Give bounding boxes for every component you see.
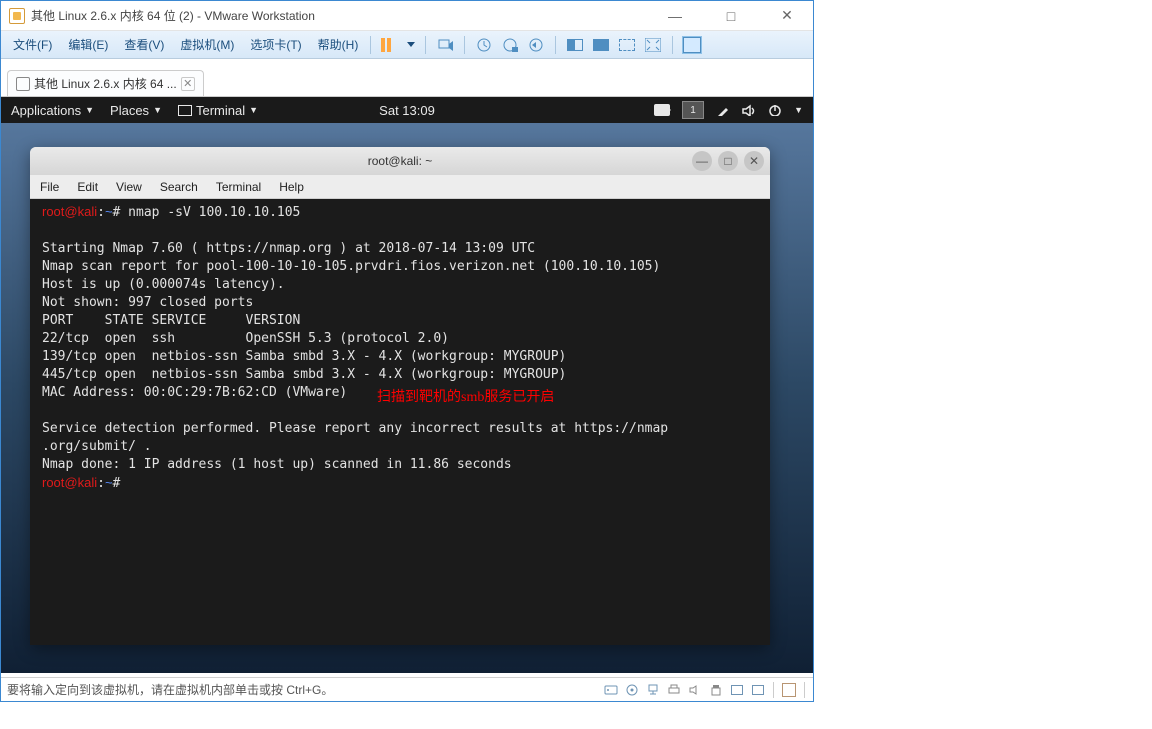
tab-close-button[interactable]: ✕ — [181, 77, 195, 91]
pause-button[interactable] — [377, 36, 395, 54]
gnome-top-bar: Applications▼ Places▼ Terminal▼ Sat 13:0… — [1, 97, 813, 123]
tab-bar: 其他 Linux 2.6.x 内核 64 ... ✕ — [1, 59, 813, 97]
close-button[interactable]: ✕ — [769, 5, 805, 27]
view-fit-button[interactable] — [618, 36, 636, 54]
title-bar: 其他 Linux 2.6.x 内核 64 位 (2) - VMware Work… — [1, 1, 813, 31]
snapshot-button[interactable] — [475, 36, 493, 54]
menu-view[interactable]: 查看(V) — [118, 33, 170, 56]
terminal-close-button[interactable]: ✕ — [744, 151, 764, 171]
display-icon[interactable] — [729, 682, 745, 698]
power-icon[interactable] — [768, 104, 782, 116]
guest-screen[interactable]: Applications▼ Places▼ Terminal▼ Sat 13:0… — [1, 97, 813, 673]
terminal-menubar: File Edit View Search Terminal Help — [30, 175, 770, 199]
tab-active[interactable]: 其他 Linux 2.6.x 内核 64 ... ✕ — [7, 70, 204, 96]
menu-edit[interactable]: 编辑(E) — [62, 33, 114, 56]
cd-icon[interactable] — [624, 682, 640, 698]
terminal-menu-file[interactable]: File — [40, 180, 59, 194]
network-icon[interactable] — [645, 682, 661, 698]
annotation-text: 扫描到靶机的smb服务已开启 — [377, 389, 554, 407]
status-bar: 要将输入定向到该虚拟机，请在虚拟机内部单击或按 Ctrl+G。 — [1, 677, 813, 701]
vmware-window: 其他 Linux 2.6.x 内核 64 位 (2) - VMware Work… — [0, 0, 814, 702]
vmware-icon — [9, 8, 25, 24]
terminal-titlebar[interactable]: root@kali: ~ — □ ✕ — [30, 147, 770, 175]
menu-tabs[interactable]: 选项卡(T) — [244, 33, 307, 56]
status-text: 要将输入定向到该虚拟机，请在虚拟机内部单击或按 Ctrl+G。 — [7, 681, 603, 698]
terminal-app-menu[interactable]: Terminal▼ — [178, 103, 258, 118]
message-icon[interactable] — [781, 682, 797, 698]
terminal-menu-view[interactable]: View — [116, 180, 142, 194]
terminal-icon — [178, 105, 192, 116]
terminal-menu-search[interactable]: Search — [160, 180, 198, 194]
sound-icon[interactable] — [687, 682, 703, 698]
screencast-icon[interactable] — [654, 104, 670, 116]
terminal-window: root@kali: ~ — □ ✕ File Edit View Search… — [30, 147, 770, 645]
terminal-menu-edit[interactable]: Edit — [77, 180, 98, 194]
tab-label: 其他 Linux 2.6.x 内核 64 ... — [34, 75, 177, 92]
menu-vm[interactable]: 虚拟机(M) — [174, 33, 240, 56]
view-console-button[interactable] — [566, 36, 584, 54]
display2-icon[interactable] — [750, 682, 766, 698]
system-dropdown-icon[interactable]: ▼ — [794, 105, 803, 115]
terminal-menu-help[interactable]: Help — [279, 180, 304, 194]
snapshot-manager-button[interactable] — [501, 36, 519, 54]
usb-icon[interactable] — [708, 682, 724, 698]
workspace-indicator[interactable]: 1 — [682, 101, 704, 119]
minimize-button[interactable]: — — [657, 5, 693, 27]
applications-menu[interactable]: Applications▼ — [11, 103, 94, 118]
vmware-menubar: 文件(F) 编辑(E) 查看(V) 虚拟机(M) 选项卡(T) 帮助(H) — [1, 31, 813, 59]
menu-help[interactable]: 帮助(H) — [312, 33, 365, 56]
unity-button[interactable] — [683, 36, 701, 54]
fullscreen-button[interactable] — [644, 36, 662, 54]
menu-file[interactable]: 文件(F) — [7, 33, 58, 56]
volume-icon[interactable] — [742, 104, 756, 116]
send-ctrl-alt-del-button[interactable] — [436, 36, 454, 54]
disk-icon[interactable] — [603, 682, 619, 698]
maximize-button[interactable]: □ — [713, 5, 749, 27]
printer-icon[interactable] — [666, 682, 682, 698]
revert-snapshot-button[interactable] — [527, 36, 545, 54]
power-dropdown[interactable] — [407, 42, 415, 47]
clock[interactable]: Sat 13:09 — [379, 103, 435, 118]
terminal-maximize-button[interactable]: □ — [718, 151, 738, 171]
terminal-minimize-button[interactable]: — — [692, 151, 712, 171]
terminal-output[interactable]: root@kali:~# nmap -sV 100.10.10.105 Star… — [30, 199, 770, 645]
brush-icon[interactable] — [716, 104, 730, 116]
tab-vm-icon — [16, 77, 30, 91]
window-title: 其他 Linux 2.6.x 内核 64 位 (2) - VMware Work… — [31, 7, 657, 24]
view-stretch-button[interactable] — [592, 36, 610, 54]
terminal-title: root@kali: ~ — [368, 154, 433, 168]
terminal-menu-terminal[interactable]: Terminal — [216, 180, 261, 194]
places-menu[interactable]: Places▼ — [110, 103, 162, 118]
